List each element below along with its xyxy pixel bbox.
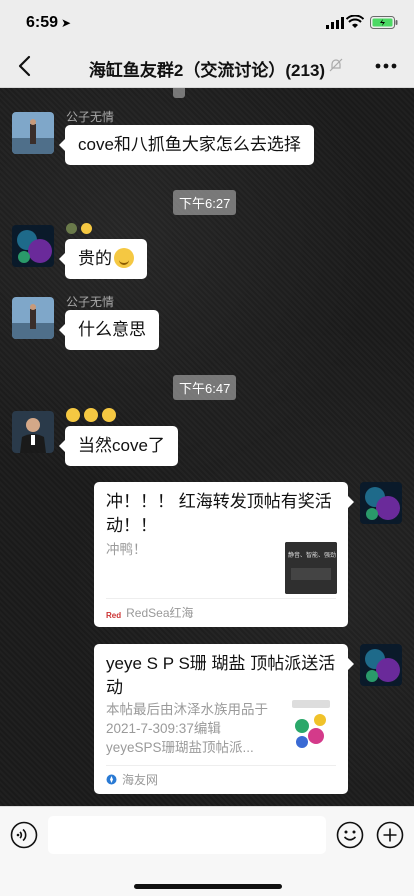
thinking-emoji-icon [114,248,134,268]
sender-name: 公子无情 [66,110,115,124]
sender-emoji [66,408,120,427]
avatar-self[interactable] [360,644,402,686]
chat-area[interactable]: 公子无情 cove和八抓鱼大家怎么去选择 下午6:27 贵的 公子无情 什么意思… [0,88,414,806]
message-input[interactable] [48,816,326,854]
compass-icon [106,774,117,785]
message-bubble[interactable]: cove和八抓鱼大家怎么去选择 [59,125,314,165]
chat-header: 海缸鱼友群2（交流讨论）(213) [0,44,414,88]
avatar-self[interactable] [360,482,402,524]
message-bubble[interactable]: 当然cove了 [59,426,178,466]
home-indicator[interactable] [134,884,282,889]
avatar[interactable] [12,112,54,154]
more-icon[interactable] [374,62,398,70]
message-text: 贵的 [78,249,112,268]
message-bubble[interactable]: 什么意思 [59,310,159,350]
redsea-logo-icon: Red [106,611,122,620]
location-arrow-icon: ➤ [61,16,72,30]
link-card[interactable]: yeye S P S珊 瑚盐 顶帖派送活动 本帖最后由沐泽水族用品于2021-7… [94,644,354,794]
chat-title: 海缸鱼友群2（交流讨论）(213) [88,61,326,80]
back-chevron-icon[interactable] [14,54,36,78]
link-card[interactable]: 冲！！！ 红海转发顶帖有奖活动！！ 冲鸭！ 静音、智能、强劲 Red RedSea… [94,482,354,627]
card-thumbnail: 静音、智能、强劲 [285,542,337,594]
sender-name: 公子无情 [66,295,115,309]
wifi-icon [346,15,364,28]
input-bar [0,806,414,896]
card-desc: 本帖最后由沐泽水族用品于2021-7-309:37编辑 yeyeSPS珊瑚盐顶帖… [106,702,268,755]
card-source-name: RedSea红海 [126,606,194,620]
mute-bell-icon [329,58,343,72]
emoji-icon[interactable] [336,821,364,849]
time-divider: 下午6:47 [173,375,237,400]
card-source: 海友网 [106,765,336,794]
avatar[interactable] [12,297,54,339]
card-desc: 冲鸭！ [106,542,147,557]
avatar[interactable] [12,225,54,267]
message-bubble[interactable]: 贵的 [59,239,147,279]
time-divider: 下午6:27 [173,190,237,215]
card-thumbnail-text: 静音、智能、强劲 [288,553,337,559]
card-title: yeye S P S珊 瑚盐 顶帖派送活动 [106,654,336,697]
battery-icon [370,16,398,29]
status-bar: 6:59 ➤ [0,0,414,44]
status-time: 6:59 ➤ [26,14,72,31]
card-source-name: 海友网 [122,773,159,787]
card-source: Red RedSea红海 [106,598,336,627]
voice-icon[interactable] [10,821,38,849]
card-title: 冲！！！ 红海转发顶帖有奖活动！！ [106,492,332,535]
time-divider [173,88,185,98]
signal-icon [326,17,344,29]
plus-icon[interactable] [376,821,404,849]
sender-emoji [66,221,96,239]
avatar[interactable] [12,411,54,453]
card-thumbnail [288,698,334,754]
